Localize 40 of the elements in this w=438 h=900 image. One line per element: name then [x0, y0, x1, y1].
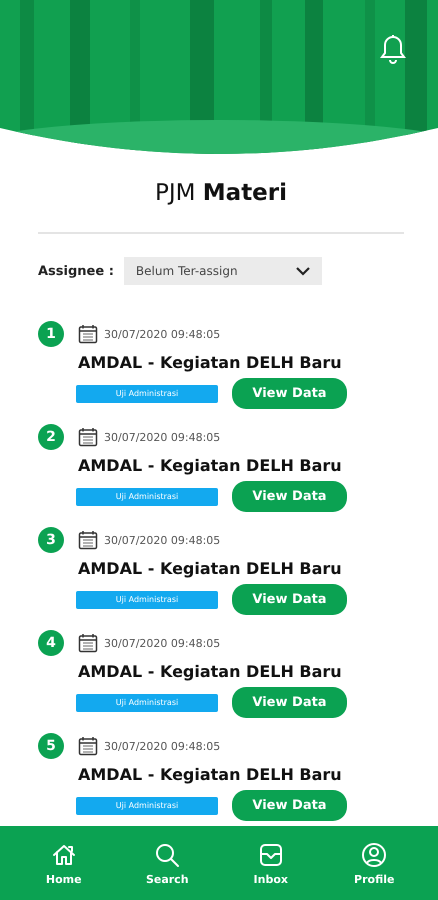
- view-data-button[interactable]: View Data: [232, 481, 347, 512]
- item-number: 5: [38, 733, 64, 759]
- nav-tab[interactable]: Home: [28, 840, 99, 886]
- item-date: 30/07/2020 09:48:05: [104, 430, 220, 444]
- item-title: AMDAL - Kegiatan DELH Baru: [78, 353, 343, 372]
- calendar-icon: [78, 324, 98, 344]
- view-data-button[interactable]: View Data: [232, 584, 347, 615]
- item-number: 3: [38, 527, 64, 553]
- nav-tab[interactable]: Profile: [339, 840, 410, 886]
- view-data-button[interactable]: View Data: [232, 687, 347, 718]
- item-date: 30/07/2020 09:48:05: [104, 534, 220, 546]
- item-date: 30/07/2020 09:48:05: [104, 740, 220, 752]
- page-title: PJM Materi: [154, 180, 288, 206]
- item-number: 4: [38, 630, 64, 656]
- item-title: AMDAL - Kegiatan DELH Baru: [78, 456, 343, 475]
- bell-icon[interactable]: [380, 34, 406, 64]
- status-badge: Uji Administrasi: [76, 384, 218, 402]
- assignee-dropdown[interactable]: Belum Ter-assign: [124, 257, 322, 285]
- calendar-icon: [78, 427, 98, 447]
- nav-tab[interactable]: Search: [132, 840, 202, 886]
- status-badge: Uji Administrasi: [76, 694, 218, 712]
- view-data-button[interactable]: View Data: [232, 790, 347, 821]
- item-title: AMDAL - Kegiatan DELH Baru: [78, 765, 343, 784]
- profile-icon: [360, 840, 388, 868]
- item-title: AMDAL - Kegiatan DELH Baru: [78, 662, 343, 681]
- calendar-icon: [78, 530, 98, 550]
- item-number: 2: [38, 424, 64, 450]
- item-title: AMDAL - Kegiatan DELH Baru: [78, 559, 343, 578]
- status-badge: Uji Administrasi: [76, 488, 218, 506]
- item-date: 30/07/2020 09:48:05: [104, 328, 220, 340]
- chevron-down-icon: [296, 266, 310, 276]
- item-number: 1: [38, 321, 64, 347]
- status-badge: Uji Administrasi: [76, 590, 218, 608]
- item-date: 30/07/2020 09:48:05: [104, 636, 220, 650]
- nav-tab[interactable]: Inbox: [236, 840, 306, 886]
- view-data-button[interactable]: View Data: [232, 378, 347, 409]
- calendar-icon: [78, 633, 98, 653]
- status-badge: Uji Administrasi: [76, 796, 218, 814]
- assignee-label: Assignee :: [38, 264, 114, 278]
- calendar-icon: [78, 736, 98, 756]
